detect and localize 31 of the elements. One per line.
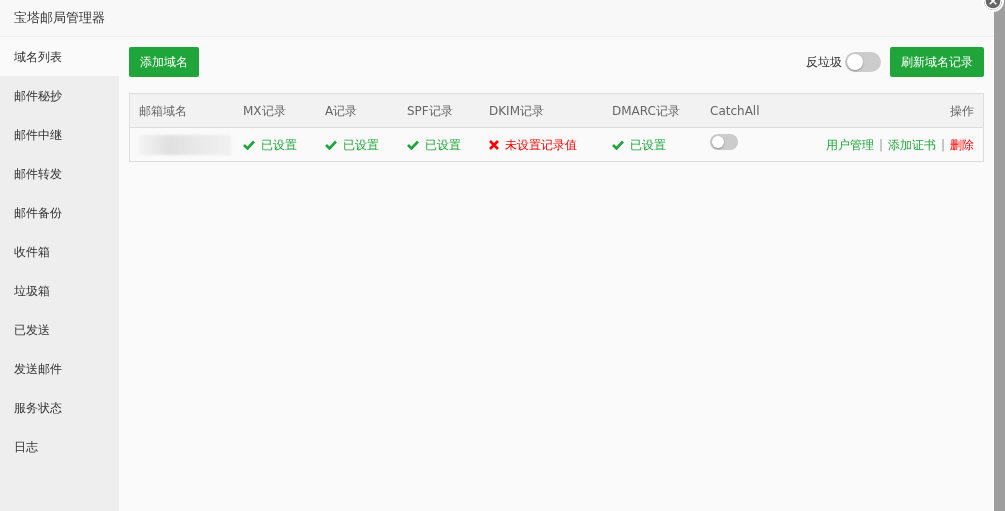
column-header: 操作 [949, 102, 975, 120]
dialog-title: 宝塔邮局管理器 [14, 9, 105, 28]
delete-link[interactable]: 删除 [950, 135, 974, 154]
column-header: DKIM记录 [489, 102, 545, 120]
antispam-toggle[interactable] [845, 52, 881, 72]
sidebar-item[interactable]: 域名列表 [0, 37, 119, 76]
record-status: 已设置 [630, 136, 666, 154]
record-status: 已设置 [261, 136, 297, 154]
sidebar-item[interactable]: 服务状态 [0, 388, 119, 427]
column-header: SPF记录 [407, 102, 454, 120]
antispam-label: 反垃圾 [806, 54, 842, 71]
record-status: 已设置 [425, 136, 461, 154]
catchall-toggle[interactable] [710, 134, 738, 150]
sidebar-item[interactable]: 已发送 [0, 310, 119, 349]
column-header: 邮箱域名 [138, 102, 188, 120]
separator: | [940, 136, 945, 154]
sidebar-item[interactable]: 邮件中继 [0, 115, 119, 154]
sidebar-item[interactable]: 邮件备份 [0, 193, 119, 232]
sidebar-item[interactable]: 日志 [0, 427, 119, 466]
sidebar-item[interactable]: 垃圾箱 [0, 271, 119, 310]
record-status: 已设置 [343, 136, 379, 154]
record-status: 未设置记录值 [505, 136, 577, 154]
sidebar-item[interactable]: 邮件转发 [0, 154, 119, 193]
sidebar-item[interactable]: 邮件秘抄 [0, 76, 119, 115]
column-header: DMARC记录 [612, 102, 681, 120]
sidebar-item[interactable]: 发送邮件 [0, 349, 119, 388]
separator: | [878, 136, 883, 154]
sidebar-item[interactable]: 收件箱 [0, 232, 119, 271]
column-header: A记录 [325, 102, 359, 120]
column-header: CatchAll [710, 102, 761, 120]
column-header: MX记录 [243, 102, 287, 120]
